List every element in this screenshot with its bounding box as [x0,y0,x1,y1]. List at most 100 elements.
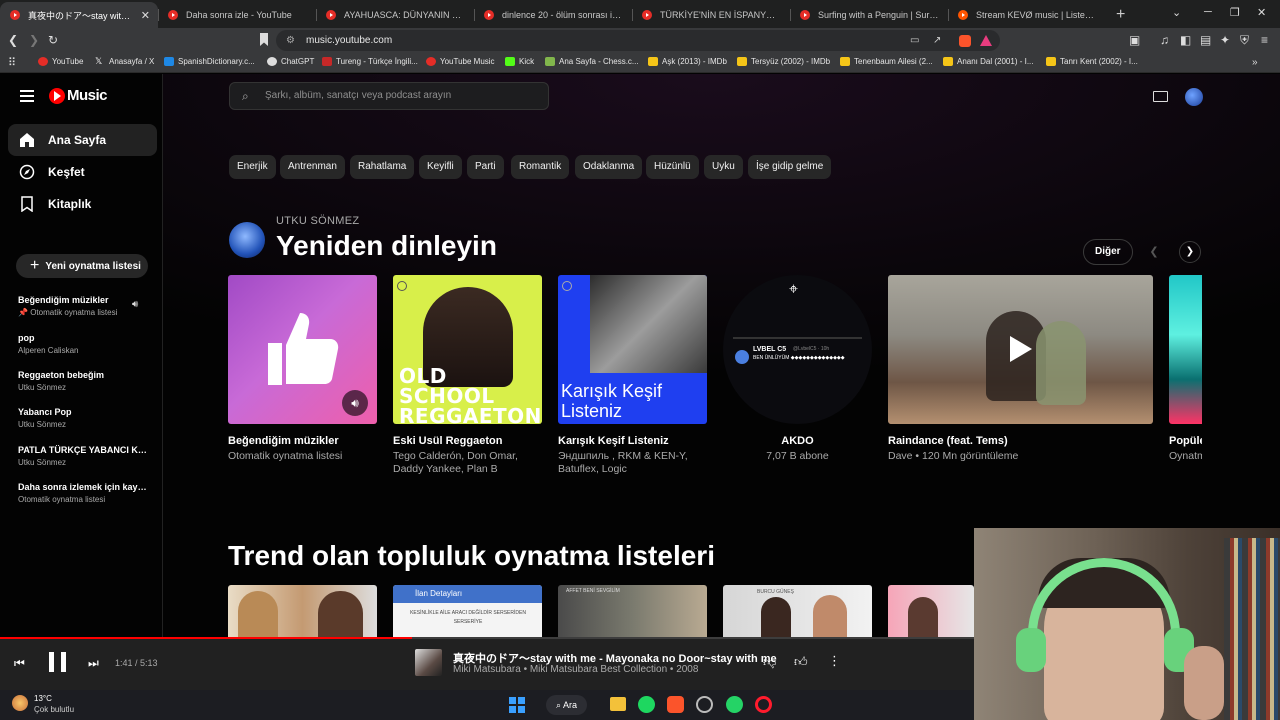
mood-chip[interactable]: Parti [467,155,504,179]
card-playlist-partial[interactable]: Popüle Oynatm [1169,275,1202,463]
album-art[interactable] [415,649,442,676]
trend-playlist-card[interactable] [888,585,974,640]
carousel-next-icon[interactable]: ❯ [1179,241,1201,263]
playlist-item[interactable]: Daha sonra izlemek için kayd... Otomatik… [18,482,150,504]
tab[interactable]: Stream KEVØ music | Listen to song [948,2,1106,28]
card-title[interactable]: AKDO [723,435,872,447]
cast-page-icon[interactable]: ▭ [910,30,919,51]
vpn-icon[interactable]: ⛨ [1240,34,1249,46]
forward-icon[interactable]: ❯ [29,34,39,46]
mood-chip[interactable]: Keyifli [419,155,462,179]
bookmark-icon[interactable] [259,33,269,48]
card-artist[interactable]: ⌖ LVBEL C5 @LvbelC5 · 10h BEN ÜNLÜYÜM ◆◆… [723,275,872,463]
card-title[interactable]: Raindance (feat. Tems) [888,435,1153,447]
mood-chip[interactable]: İşe gidip gelme [748,155,832,179]
playlist-item[interactable]: Reggaeton bebeğim Utku Sönmez [18,370,150,392]
brave-icon[interactable] [667,696,684,713]
bookmark-item[interactable]: YouTube Music [426,57,495,66]
card-title[interactable]: Eski Usül Reggaeton [393,435,542,447]
bookmark-item[interactable]: Kick [505,57,534,66]
tab[interactable]: TÜRKİYE'NİN EN İSPANYOL FUTBOL [632,2,790,28]
bookmark-item[interactable]: Tenenbaum Ailesi (2... [840,57,933,66]
close-tab-icon[interactable]: ✕ [141,9,150,22]
spotify-icon[interactable] [638,696,655,713]
address-bar[interactable]: ⚙ music.youtube.com ▭ ↗ [276,30,1000,51]
mood-chip[interactable]: Antrenman [280,155,345,179]
apps-grid-icon[interactable]: ⠿ [8,57,16,69]
menu-icon[interactable]: ≡ [1261,34,1268,46]
windows-start-icon[interactable] [509,697,525,713]
pause-icon[interactable] [49,652,66,672]
new-tab-button[interactable]: + [1106,6,1135,28]
carousel-prev-icon[interactable]: ❮ [1143,241,1165,263]
mood-chip[interactable]: Rahatlama [350,155,415,179]
more-bookmarks-icon[interactable]: » [1252,57,1258,69]
mood-chip[interactable]: Enerjik [229,155,276,179]
bookmark-item[interactable]: ChatGPT [267,57,314,66]
back-icon[interactable]: ❮ [8,34,18,46]
trend-playlist-card[interactable]: İlan Detayları KESİNLİKLE AİLE ARACI DEĞ… [393,585,542,640]
thumbs-up-icon[interactable]: 👍︎ [794,654,808,670]
weather-icon[interactable] [12,695,28,711]
user-avatar[interactable] [229,222,265,258]
nav-library[interactable]: Kitaplık [8,188,157,220]
bookmark-item[interactable]: YouTube [38,57,83,66]
card-playlist[interactable]: Karışık Keşif Listeniz Karışık Keşif Lis… [558,275,707,476]
playlist-item[interactable]: pop Alperen Caliskan [18,333,150,355]
card-video[interactable]: Raindance (feat. Tems) Dave • 120 Mn gör… [888,275,1153,463]
card-title[interactable]: Popüle [1169,435,1202,447]
file-explorer-icon[interactable] [610,697,626,711]
next-track-icon[interactable]: ⏭ [88,656,99,671]
logo-text[interactable]: Music [67,87,108,104]
brave-shields-icon[interactable] [959,35,971,47]
close-window-icon[interactable]: ✕ [1257,6,1266,19]
tab[interactable]: Daha sonra izle - YouTube [158,2,316,28]
cast-icon[interactable] [1153,91,1168,102]
youtube-music-logo-icon[interactable] [49,88,65,104]
bookmark-item[interactable]: Ananı Dal (2001) - I... [943,57,1033,66]
thumbs-down-icon[interactable]: 👎︎ [763,654,776,670]
restore-icon[interactable]: ❐ [1230,6,1240,19]
hamburger-menu-icon[interactable] [20,90,34,102]
play-icon[interactable] [1010,336,1032,362]
opera-icon[interactable] [755,696,772,713]
tab[interactable]: dinlence 20 - ölüm sonrası ihtimalle [474,2,632,28]
share-icon[interactable]: ↗ [933,30,941,51]
tab-active[interactable]: 真夜中のドア〜stay with me ✕ [0,2,158,28]
taskbar-search[interactable]: ⌕ Ara [546,695,588,715]
leo-ai-icon[interactable]: ✦ [1220,34,1230,46]
wallet-icon[interactable]: ▤ [1200,34,1211,46]
obs-icon[interactable] [696,696,713,713]
reading-list-icon[interactable]: ◧ [1180,34,1191,46]
site-info-icon[interactable]: ⚙ [286,30,295,51]
trend-playlist-card[interactable]: AFFET BENİ SEVGİLİM [558,585,707,640]
reload-icon[interactable]: ↻ [48,34,58,46]
more-button[interactable]: Diğer [1083,239,1133,265]
bookmark-item[interactable]: Aşk (2013) - IMDb [648,57,727,66]
tab[interactable]: Surfing with a Penguin | Surf's Up fo [790,2,948,28]
playlist-item[interactable]: Yabancı Pop Utku Sönmez [18,407,150,429]
bookmark-item[interactable]: Tanrı Kent (2002) - I... [1046,57,1138,66]
trend-playlist-card[interactable] [228,585,377,640]
mood-chip[interactable]: Romantik [511,155,570,179]
trend-playlist-card[interactable]: BURCU GÜNEŞ [723,585,872,640]
account-avatar[interactable] [1185,88,1203,106]
new-playlist-button[interactable]: + Yeni oynatma listesi [16,254,148,278]
bookmark-item[interactable]: Tureng - Türkçe İngili... [322,57,418,66]
bookmark-item[interactable]: SpanishDictionary.c... [164,57,255,66]
playlist-item[interactable]: PATLA TÜRKÇE YABANCI KA... Utku Sönmez [18,445,150,467]
whatsapp-icon[interactable] [726,696,743,713]
card-playlist[interactable]: OLD SCHOOL REGGAETON Eski Usül Reggaeton… [393,275,542,476]
nav-explore[interactable]: Keşfet [8,156,157,188]
now-playing-speaker-icon[interactable]: 🔊︎ [342,390,368,416]
card-title[interactable]: Beğendiğim müzikler [228,435,377,447]
search-input[interactable]: ⌕ Şarkı, albüm, sanatçı veya podcast ara… [229,82,549,110]
mood-chip[interactable]: Uyku [704,155,743,179]
brave-rewards-icon[interactable] [980,35,992,46]
mood-chip[interactable]: Hüzünlü [646,155,699,179]
bookmark-item[interactable]: 𝕏 Anasayfa / X [95,57,154,67]
nav-home[interactable]: Ana Sayfa [8,124,157,156]
previous-track-icon[interactable]: ⏮ [14,656,25,671]
track-meta[interactable]: Miki Matsubara • Miki Matsubara Best Col… [453,664,698,675]
media-controls-icon[interactable]: ♫ [1160,34,1169,46]
